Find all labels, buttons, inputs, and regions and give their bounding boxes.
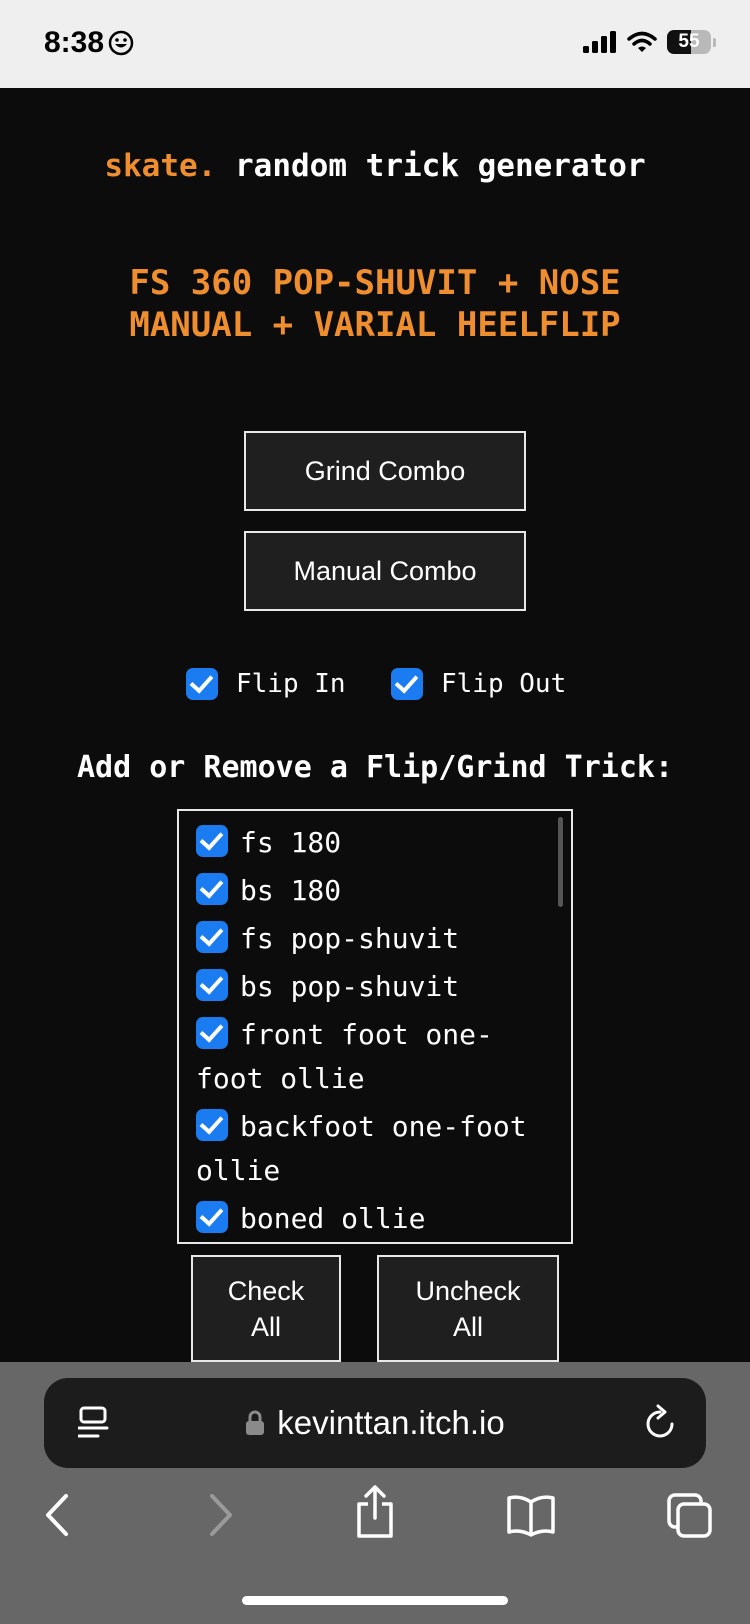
smiley-icon (108, 30, 134, 56)
trick-label: front foot one-foot ollie (196, 1018, 493, 1095)
status-indicators: 55 (583, 30, 716, 54)
trick-item[interactable]: bs pop-shuvit (196, 965, 536, 1009)
trick-label: boned ollie (240, 1202, 426, 1235)
browser-toolbar: kevinttan.itch.io (0, 1362, 750, 1624)
grind-combo-button[interactable]: Grind Combo (244, 431, 526, 511)
flip-in-option[interactable]: Flip In (186, 668, 346, 700)
status-time: 8:38 (44, 26, 134, 60)
bookmarks-icon[interactable] (506, 1492, 556, 1538)
nav-row (0, 1485, 750, 1562)
trick-list-box[interactable]: fs 180 bs 180 fs pop-shuvit bs pop-shuvi… (177, 809, 573, 1244)
trick-checkbox[interactable] (196, 1109, 228, 1141)
wifi-icon (627, 31, 657, 52)
back-icon[interactable] (42, 1492, 72, 1538)
trick-item[interactable]: front foot one-foot ollie (196, 1013, 536, 1101)
trick-label: fs pop-shuvit (240, 922, 460, 955)
trick-checkbox[interactable] (196, 969, 228, 1001)
flip-in-checkbox[interactable] (186, 668, 218, 700)
tabs-icon[interactable] (666, 1492, 714, 1540)
check-all-button[interactable]: Check All (191, 1255, 341, 1362)
home-indicator (242, 1596, 508, 1605)
share-icon[interactable] (354, 1484, 396, 1540)
trick-label: bs 180 (240, 874, 342, 907)
flip-out-label: Flip Out (441, 669, 567, 699)
trick-item[interactable]: backfoot one-foot ollie (196, 1105, 536, 1193)
trick-label: backfoot one-foot ollie (196, 1110, 527, 1187)
trick-checkbox[interactable] (196, 1017, 228, 1049)
trick-item[interactable]: boned ollie (196, 1197, 536, 1241)
flip-out-checkbox[interactable] (391, 668, 423, 700)
lock-icon (246, 1410, 265, 1435)
signal-icon (583, 31, 616, 53)
url-text[interactable]: kevinttan.itch.io (277, 1404, 504, 1442)
trick-checkbox[interactable] (196, 873, 228, 905)
flip-in-label: Flip In (236, 669, 346, 699)
trick-checkbox[interactable] (196, 1201, 228, 1233)
generated-trick: FS 360 POP-SHUVIT + NOSE MANUAL + VARIAL… (129, 263, 621, 345)
flip-out-option[interactable]: Flip Out (391, 668, 566, 700)
trick-label: bs pop-shuvit (240, 970, 460, 1003)
uncheck-all-button[interactable]: Uncheck All (377, 1255, 559, 1362)
battery-icon: 55 (667, 30, 711, 54)
scrollbar[interactable] (558, 817, 563, 907)
site-subtitle: random trick generator (235, 148, 646, 184)
brand-name: skate. (104, 148, 217, 184)
status-bar: 8:38 55 (0, 0, 750, 88)
manual-combo-button[interactable]: Manual Combo (244, 531, 526, 611)
site-title: skate. random trick generator (0, 148, 750, 184)
trick-item[interactable]: fs pop-shuvit (196, 917, 536, 961)
trick-checkbox[interactable] (196, 825, 228, 857)
trick-checkbox[interactable] (196, 921, 228, 953)
battery-level: 55 (678, 31, 700, 52)
address-bar[interactable]: kevinttan.itch.io (44, 1378, 706, 1468)
trick-list: fs 180 bs 180 fs pop-shuvit bs pop-shuvi… (196, 821, 536, 1242)
tricks-heading: Add or Remove a Flip/Grind Trick: (76, 750, 674, 785)
trick-item[interactable]: fs 180 (196, 821, 536, 865)
forward-icon[interactable] (206, 1492, 236, 1538)
time-text: 8:38 (44, 26, 105, 59)
trick-label: fs 180 (240, 826, 342, 859)
reload-icon[interactable] (642, 1404, 678, 1442)
trick-item[interactable]: bs 180 (196, 869, 536, 913)
